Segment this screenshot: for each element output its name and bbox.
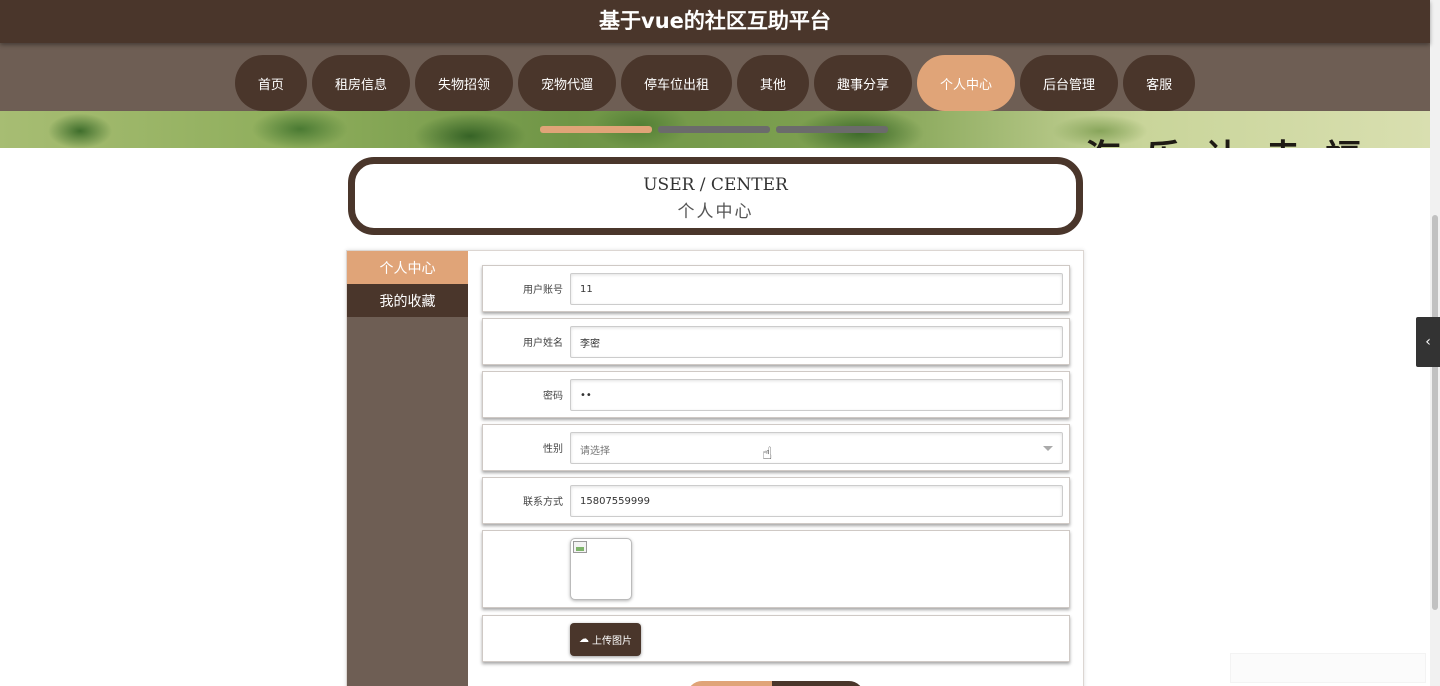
cloud-upload-icon: ☁	[579, 634, 589, 645]
gender-label: 性别	[543, 444, 563, 455]
page: 基于vue的社区互助平台 首页 租房信息 失物招领 宠物代遛 停车位出租 其他 …	[0, 0, 1440, 686]
site-title: 基于vue的社区互助平台	[599, 9, 831, 33]
sidebar-item-favorites[interactable]: 我的收藏	[347, 284, 468, 317]
carousel-indicators	[540, 126, 888, 133]
submit-button[interactable]	[687, 681, 772, 686]
section-title-cn: 个人中心	[677, 202, 754, 222]
nav-item-home[interactable]: 首页	[234, 55, 307, 111]
section-title-box: USER / CENTER 个人中心	[348, 157, 1083, 235]
carousel-indicator[interactable]	[658, 126, 770, 133]
form-row-upload: ☁ 上传图片	[482, 615, 1070, 662]
name-label: 用户姓名	[523, 338, 563, 349]
user-center-panel: 个人中心 我的收藏 用户账号 用户姓名 密码 性别 请选择	[346, 250, 1084, 686]
banner-carousel: 海乐让幸福	[0, 111, 1430, 148]
nav-item-fun-sharing[interactable]: 趣事分享	[814, 55, 913, 111]
username-input[interactable]	[570, 273, 1063, 305]
nav-item-other[interactable]: 其他	[737, 55, 810, 111]
form-row-name: 用户姓名	[482, 318, 1070, 365]
chevron-left-icon: ‹	[1425, 334, 1431, 350]
logout-button[interactable]	[772, 681, 864, 686]
site-header: 基于vue的社区互助平台	[0, 0, 1430, 43]
side-panel-toggle[interactable]: ‹	[1416, 317, 1440, 367]
nav-item-admin[interactable]: 后台管理	[1020, 55, 1119, 111]
form-row-password: 密码	[482, 371, 1070, 418]
hand-pointer-cursor-icon: ☝	[762, 444, 773, 464]
password-input[interactable]	[570, 379, 1063, 411]
nav-item-personal-center[interactable]: 个人中心	[917, 55, 1016, 111]
nav-list: 首页 租房信息 失物招领 宠物代遛 停车位出租 其他 趣事分享 个人中心 后台管…	[0, 55, 1430, 111]
form-row-phone: 联系方式	[482, 477, 1070, 524]
password-label: 密码	[543, 391, 563, 402]
phone-input[interactable]	[570, 485, 1063, 517]
nav-item-parking-rental[interactable]: 停车位出租	[620, 55, 732, 111]
sidebar-item-personal-center[interactable]: 个人中心	[347, 251, 468, 284]
chevron-down-icon	[1043, 446, 1053, 451]
upload-image-button[interactable]: ☁ 上传图片	[570, 623, 641, 656]
profile-form: 用户账号 用户姓名 密码 性别 请选择 联系方式	[482, 265, 1070, 668]
carousel-indicator[interactable]	[540, 126, 652, 133]
form-row-username: 用户账号	[482, 265, 1070, 312]
upload-button-label: 上传图片	[592, 636, 632, 647]
carousel-indicator[interactable]	[776, 126, 888, 133]
banner-text: 海乐让幸福	[1085, 129, 1385, 148]
avatar-preview[interactable]	[570, 538, 632, 600]
username-label: 用户账号	[523, 285, 563, 296]
nav-item-pet-walking[interactable]: 宠物代遛	[517, 55, 616, 111]
nav-item-lost-found[interactable]: 失物招领	[414, 55, 513, 111]
name-input[interactable]	[570, 326, 1063, 358]
gender-select-placeholder: 请选择	[580, 446, 610, 457]
phone-label: 联系方式	[523, 497, 563, 508]
broken-image-icon	[573, 541, 587, 553]
form-row-gender: 性别 请选择	[482, 424, 1070, 471]
section-title-en: USER / CENTER	[643, 175, 788, 195]
main-nav: 首页 租房信息 失物招领 宠物代遛 停车位出租 其他 趣事分享 个人中心 后台管…	[0, 43, 1430, 111]
form-row-avatar	[482, 530, 1070, 608]
form-action-buttons	[687, 681, 864, 686]
floating-placeholder	[1230, 653, 1426, 683]
gender-select[interactable]: 请选择	[570, 432, 1063, 464]
user-sidebar: 个人中心 我的收藏	[347, 251, 468, 686]
nav-item-rental-info[interactable]: 租房信息	[311, 55, 410, 111]
nav-item-customer-service[interactable]: 客服	[1123, 55, 1196, 111]
scrollbar-thumb[interactable]	[1432, 215, 1438, 610]
